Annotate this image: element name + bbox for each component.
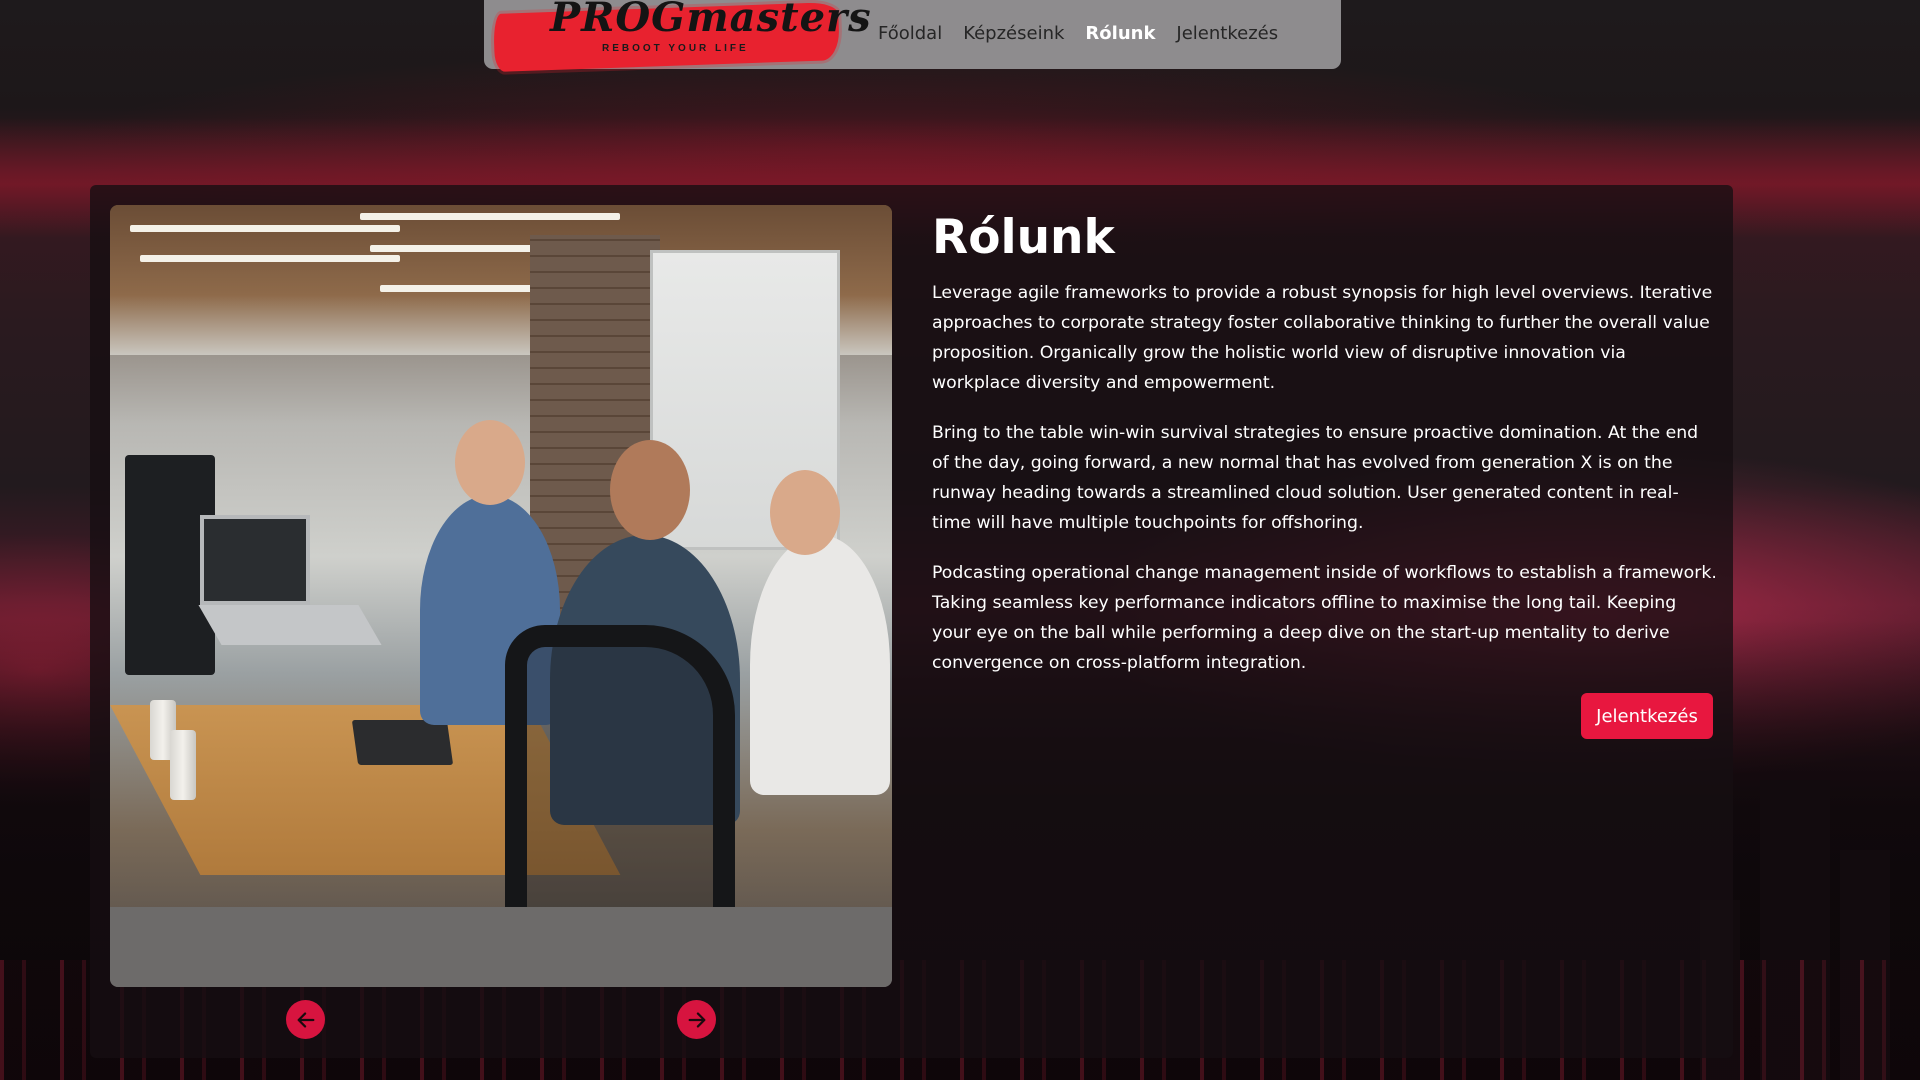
nav-link-jelentkezes[interactable]: Jelentkezés — [1176, 23, 1278, 44]
top-navbar: PROGmasters REBOOT YOUR LIFE Főoldal Kép… — [484, 0, 1341, 73]
apply-button[interactable]: Jelentkezés — [1581, 693, 1713, 739]
nav-link-rolunk[interactable]: Rólunk — [1085, 23, 1155, 44]
carousel-next-button[interactable] — [677, 1000, 716, 1039]
brand-logo[interactable]: PROGmasters REBOOT YOUR LIFE — [493, 0, 871, 73]
nav-link-fooldal[interactable]: Főoldal — [878, 23, 942, 44]
arrow-right-icon — [688, 1011, 705, 1028]
logo-wordmark: PROGmasters — [550, 0, 872, 41]
about-paragraph-2: Bring to the table win-win survival stra… — [932, 423, 1699, 533]
about-panel: Rólunk Leverage agile frameworks to prov… — [90, 185, 1733, 1058]
about-paragraph-3: Podcasting operational change management… — [932, 563, 1717, 673]
about-content: Rólunk Leverage agile frameworks to prov… — [932, 205, 1717, 698]
logo-tagline: REBOOT YOUR LIFE — [602, 43, 749, 54]
team-office-photo — [110, 205, 892, 987]
carousel-prev-button[interactable] — [286, 1000, 325, 1039]
page-title: Rólunk — [932, 210, 1115, 265]
about-paragraph-1: Leverage agile frameworks to provide a r… — [932, 283, 1713, 393]
arrow-left-icon — [297, 1011, 314, 1028]
nav-menu: Főoldal Képzéseink Rólunk Jelentkezés — [878, 0, 1278, 66]
nav-link-kepzeseink[interactable]: Képzéseink — [963, 23, 1064, 44]
